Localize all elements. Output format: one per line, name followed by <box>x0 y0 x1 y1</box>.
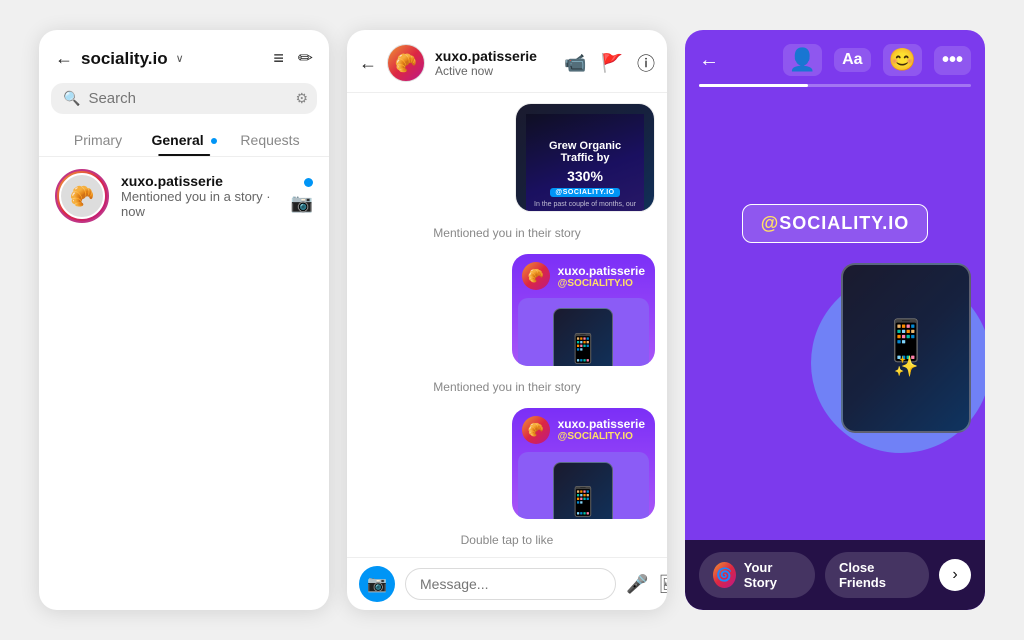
next-story-button[interactable]: › <box>939 559 971 591</box>
close-friends-button[interactable]: Close Friends <box>825 552 929 598</box>
mic-icon[interactable]: 🎤 <box>626 574 648 595</box>
story-card-3-header: 🥐 xuxo.patisserie @SOCIALITY.IO <box>512 408 655 452</box>
sender-name-2: xuxo.patisserie <box>558 264 645 278</box>
chat-header-icons: 📹 🚩 ⓘ <box>564 50 655 76</box>
your-story-button[interactable]: 🌀 Your Story <box>699 552 815 598</box>
tab-primary[interactable]: Primary <box>55 124 141 156</box>
info-icon[interactable]: ⓘ <box>637 50 655 76</box>
unread-dot <box>211 138 217 144</box>
sociality-badge: @SOCIALITY.IO <box>742 204 929 243</box>
active-status: Active now <box>435 64 554 78</box>
camera-button[interactable]: 📷 <box>359 566 395 602</box>
header-left: ← sociality.io ∨ <box>55 48 184 69</box>
account-name[interactable]: sociality.io <box>81 49 168 69</box>
story-progress-bar <box>699 84 971 87</box>
phone-image: 📱 ✨ <box>841 263 971 433</box>
unread-indicator <box>304 178 313 187</box>
filter-icon[interactable]: ⚙ <box>295 90 308 107</box>
story-card-1: Grew OrganicTraffic by 330% @SOCIALITY.I… <box>515 103 655 212</box>
header-action-icons: ≡ ✏ <box>273 48 313 69</box>
story-header-icons: 👤 Aa 😊 ••• <box>783 44 971 76</box>
input-action-icons: 🎤 🖼 + <box>626 571 667 597</box>
chat-username: xuxo.patisserie <box>435 48 554 64</box>
inbox-tabs: Primary General Requests <box>39 124 329 157</box>
camera-icon[interactable]: 📷 <box>291 193 313 214</box>
story-content: @SOCIALITY.IO 📱 ✨ Social Media Newsin a … <box>685 97 985 540</box>
search-bar[interactable]: 🔍 ⚙ <box>51 83 317 114</box>
mention-tag-3: @SOCIALITY.IO <box>558 431 645 442</box>
avatar-image: 🥐 <box>59 173 105 219</box>
emoji-icon[interactable]: 😊 <box>883 44 922 76</box>
edit-icon[interactable]: ✏ <box>298 48 313 69</box>
mention-tag-2: @SOCIALITY.IO <box>558 278 645 289</box>
chat-panel: ← 🥐 xuxo.patisserie Active now 📹 🚩 ⓘ Gre… <box>347 30 667 610</box>
message-input-bar: 📷 🎤 🖼 + <box>347 557 667 610</box>
conversation-meta: 📷 <box>291 178 313 214</box>
phone-visual-3: 📱 <box>553 462 613 519</box>
back-icon[interactable]: ← <box>359 53 377 74</box>
story-card-3-body: 📱 <box>518 452 649 519</box>
story-percent: 330% <box>567 168 603 184</box>
story-card-2: 🥐 xuxo.patisserie @SOCIALITY.IO 📱 Add to… <box>512 254 655 365</box>
profile-icon[interactable]: 👤 <box>783 44 822 76</box>
avatar: 🥐 <box>55 169 109 223</box>
search-input[interactable] <box>88 90 287 107</box>
list-icon[interactable]: ≡ <box>273 48 284 69</box>
story-footer: 🌀 Your Story Close Friends › <box>685 540 985 610</box>
story-card-2-header: 🥐 xuxo.patisserie @SOCIALITY.IO <box>512 254 655 298</box>
conversation-item[interactable]: 🥐 xuxo.patisserie Mentioned you in a sto… <box>39 157 329 235</box>
conversation-subtitle: Mentioned you in a story · now <box>121 189 279 219</box>
story-content-1: Grew OrganicTraffic by 330% @SOCIALITY.I… <box>526 114 644 212</box>
messages-list: Grew OrganicTraffic by 330% @SOCIALITY.I… <box>347 93 667 557</box>
story-image-1: Grew OrganicTraffic by 330% @SOCIALITY.I… <box>516 104 654 212</box>
search-icon: 🔍 <box>63 90 80 107</box>
story-card-2-body: 📱 <box>518 298 649 365</box>
story-tag-1: @SOCIALITY.IO <box>550 188 619 197</box>
flag-icon[interactable]: 🚩 <box>601 53 623 74</box>
phone-area: 📱 ✨ <box>699 263 971 433</box>
more-options-icon[interactable]: ••• <box>934 46 971 75</box>
story-sub-1: In the past couple of months, our <box>526 201 644 208</box>
tab-general[interactable]: General <box>141 124 227 156</box>
back-icon[interactable]: ← <box>55 48 73 69</box>
story-view-panel: ← 👤 Aa 😊 ••• @SOCIALITY.IO 📱 ✨ Social Me… <box>685 30 985 610</box>
sender-name: xuxo.patisserie <box>121 173 279 189</box>
chat-header-info: xuxo.patisserie Active now <box>435 48 554 78</box>
chat-header: ← 🥐 xuxo.patisserie Active now 📹 🚩 ⓘ <box>347 30 667 93</box>
sender-avatar-3: 🥐 <box>522 416 550 444</box>
sender-avatar-2: 🥐 <box>522 262 550 290</box>
mention-label-1: Mentioned you in their story <box>359 226 655 240</box>
message-input[interactable] <box>405 568 616 600</box>
your-story-avatar: 🌀 <box>713 562 736 588</box>
dm-list-header: ← sociality.io ∨ ≡ ✏ <box>39 30 329 79</box>
story-back-icon[interactable]: ← <box>699 49 719 72</box>
story-card-3: 🥐 xuxo.patisserie @SOCIALITY.IO 📱 Add to… <box>512 408 655 519</box>
phone-visual-2: 📱 <box>553 308 613 365</box>
dm-list-panel: ← sociality.io ∨ ≡ ✏ 🔍 ⚙ Primary General… <box>39 30 329 610</box>
tab-requests[interactable]: Requests <box>227 124 313 156</box>
mention-label-2: Mentioned you in their story <box>359 380 655 394</box>
chat-avatar: 🥐 <box>387 44 425 82</box>
gallery-icon[interactable]: 🖼 <box>658 574 667 595</box>
video-call-icon[interactable]: 📹 <box>564 53 586 74</box>
double-tap-hint: Double tap to like <box>359 533 655 547</box>
story-header: ← 👤 Aa 😊 ••• <box>685 30 985 84</box>
text-icon[interactable]: Aa <box>834 48 870 72</box>
story-title-1: Grew OrganicTraffic by <box>549 140 621 164</box>
sender-name-3: xuxo.patisserie <box>558 417 645 431</box>
conversation-info: xuxo.patisserie Mentioned you in a story… <box>121 173 279 219</box>
your-story-label: Your Story <box>744 560 801 590</box>
story-progress-fill <box>699 84 808 87</box>
chevron-down-icon[interactable]: ∨ <box>176 52 184 65</box>
